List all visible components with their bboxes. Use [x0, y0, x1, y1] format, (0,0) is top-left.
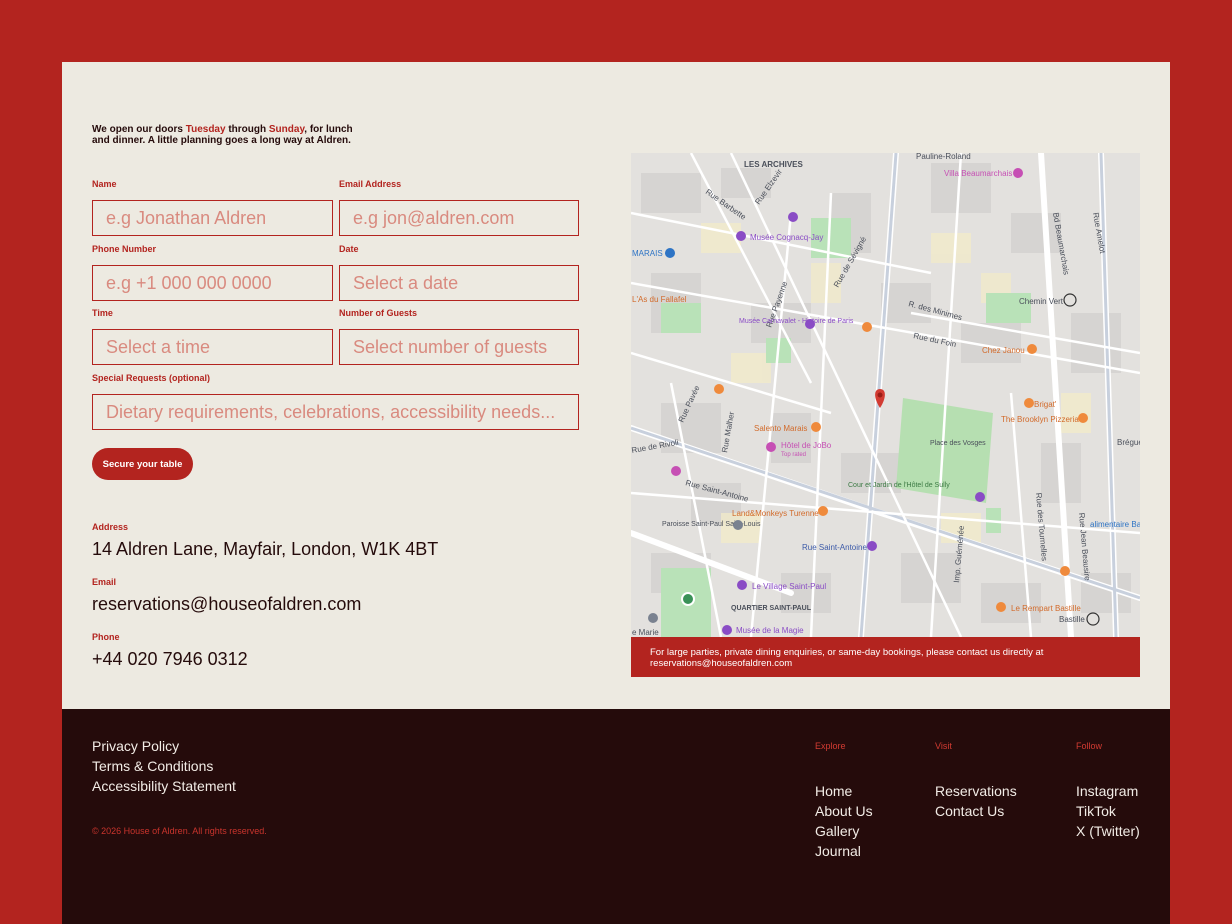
- footer-link-reservations[interactable]: Reservations: [935, 783, 1017, 799]
- footer-link-home[interactable]: Home: [815, 783, 852, 799]
- map-label-vosges: Place des Vosges: [930, 440, 986, 447]
- museum-icon: [788, 212, 798, 222]
- map-label-brooklyn: The Brooklyn Pizzeria: [1001, 415, 1079, 424]
- privacy-policy-link[interactable]: Privacy Policy: [92, 738, 179, 754]
- explore-heading: Explore: [815, 741, 846, 751]
- time-label: Time: [92, 308, 113, 318]
- open-day-sunday: Sunday: [268, 124, 305, 135]
- map-label-cognacq: Musée Cognacq-Jay: [750, 233, 823, 242]
- phone-input[interactable]: e.g +1 000 000 0000: [92, 265, 333, 301]
- map-label-brigat: Brigat': [1034, 400, 1057, 409]
- opening-hours-intro: We open our doors Tuesday through Sunday…: [92, 124, 353, 146]
- footer-link-contact[interactable]: Contact Us: [935, 803, 1004, 819]
- location-map[interactable]: LES ARCHIVES Pauline-Roland Villa Beauma…: [631, 153, 1140, 637]
- map-label-st-antoine-2: Rue Saint-Antoine: [802, 543, 867, 552]
- map-label-marais: MARAIS: [632, 249, 663, 258]
- map-label-alimentaire: alimentaire Ba: [1090, 520, 1140, 529]
- footer-link-about[interactable]: About Us: [815, 803, 873, 819]
- park-icon: [681, 592, 695, 606]
- contact-email-link[interactable]: reservations@houseofaldren.com: [92, 594, 361, 615]
- map-label-bastille: Bastille: [1059, 615, 1085, 624]
- shopping-icon: [867, 541, 877, 551]
- terms-link[interactable]: Terms & Conditions: [92, 758, 213, 774]
- church-icon: [733, 520, 743, 530]
- email-label: Email Address: [339, 179, 402, 189]
- requests-label: Special Requests (optional): [92, 373, 211, 383]
- phone-label: Phone Number: [92, 244, 157, 254]
- restaurant-icon: [996, 602, 1006, 612]
- secure-table-button[interactable]: Secure your table: [92, 448, 193, 480]
- map-label-village: Le Village Saint-Paul: [752, 582, 826, 591]
- map-label-carnavalet: Musée Carnavalet - Histoire de Paris: [739, 318, 854, 325]
- museum-icon: [975, 492, 985, 502]
- open-day-tuesday: Tuesday: [185, 124, 226, 135]
- map-label-chez-janou: Chez Janou: [982, 346, 1025, 355]
- footer-link-gallery[interactable]: Gallery: [815, 823, 859, 839]
- restaurant-icon: [818, 506, 828, 516]
- footer-link-x[interactable]: X (Twitter): [1076, 823, 1140, 839]
- contact-phone-link[interactable]: +44 020 7946 0312: [92, 649, 248, 670]
- time-select[interactable]: Select a time: [92, 329, 333, 365]
- contact-phone-label: Phone: [92, 632, 120, 642]
- map-label-rempart: Le Rempart Bastille: [1011, 604, 1081, 613]
- footer-link-instagram[interactable]: Instagram: [1076, 783, 1138, 799]
- map-label-breguet: Bréguet: [1117, 438, 1140, 447]
- copyright-text: © 2026 House of Aldren. All rights reser…: [92, 826, 267, 836]
- restaurant-icon: [1060, 566, 1070, 576]
- map-canvas: LES ARCHIVES Pauline-Roland Villa Beauma…: [631, 153, 1140, 637]
- restaurant-icon: [862, 322, 872, 332]
- date-label: Date: [339, 244, 359, 254]
- footer-link-journal[interactable]: Journal: [815, 843, 861, 859]
- map-label-sully: Cour et Jardin de l'Hôtel de Sully: [848, 482, 950, 489]
- map-label-magie: Musée de la Magie: [736, 626, 804, 635]
- guests-select[interactable]: Select number of guests: [339, 329, 579, 365]
- map-label-chemin-vert: Chemin Vert: [1019, 297, 1064, 306]
- church-icon: [648, 613, 658, 623]
- footer-link-tiktok[interactable]: TikTok: [1076, 803, 1116, 819]
- address-value: 14 Aldren Lane, Mayfair, London, W1K 4BT: [92, 539, 439, 559]
- map-label-jobo: Hôtel de JoBo: [781, 441, 832, 450]
- restaurant-icon: [1024, 398, 1034, 408]
- map-label-marie: e Marie: [632, 628, 659, 637]
- hotel-icon: [1013, 168, 1023, 178]
- email-input[interactable]: e.g jon@aldren.com: [339, 200, 579, 236]
- museum-icon: [722, 625, 732, 635]
- address-label: Address: [92, 522, 129, 532]
- map-label-archives: LES ARCHIVES: [744, 160, 803, 169]
- follow-heading: Follow: [1076, 741, 1103, 751]
- map-label-st-paul: Paroisse Saint-Paul Saint-Louis: [662, 521, 761, 528]
- hotel-icon: [671, 466, 681, 476]
- museum-icon: [805, 319, 815, 329]
- map-label-salento: Salento Marais: [754, 424, 807, 433]
- map-label-pauline: Pauline-Roland: [916, 153, 971, 161]
- contact-email-label: Email: [92, 577, 117, 587]
- date-picker[interactable]: Select a date: [339, 265, 579, 301]
- restaurant-icon: [1078, 413, 1088, 423]
- guests-label: Number of Guests: [339, 308, 418, 318]
- name-input[interactable]: e.g Jonathan Aldren: [92, 200, 333, 236]
- accessibility-link[interactable]: Accessibility Statement: [92, 778, 236, 794]
- map-label-landmonkeys: Land&Monkeys Turenne: [732, 509, 819, 518]
- map-label-top-rated: Top rated: [781, 452, 806, 458]
- map-label-quartier: QUARTIER SAINT-PAUL: [731, 605, 812, 612]
- reservation-card: We open our doors Tuesday through Sunday…: [62, 62, 1170, 709]
- visit-heading: Visit: [935, 741, 952, 751]
- special-requests-input[interactable]: Dietary requirements, celebrations, acce…: [92, 394, 579, 430]
- museum-icon: [736, 231, 746, 241]
- large-party-notice: For large parties, private dining enquir…: [631, 637, 1140, 677]
- restaurant-icon: [811, 422, 821, 432]
- restaurant-icon: [714, 384, 724, 394]
- hotel-icon: [766, 442, 776, 452]
- shopping-icon: [665, 248, 675, 258]
- site-footer: Privacy Policy Terms & Conditions Access…: [62, 709, 1170, 924]
- name-label: Name: [92, 179, 117, 189]
- museum-icon: [737, 580, 747, 590]
- map-label-falafel: L'As du Fallafel: [632, 295, 687, 304]
- restaurant-icon: [1027, 344, 1037, 354]
- map-label-villa: Villa Beaumarchais: [944, 169, 1012, 178]
